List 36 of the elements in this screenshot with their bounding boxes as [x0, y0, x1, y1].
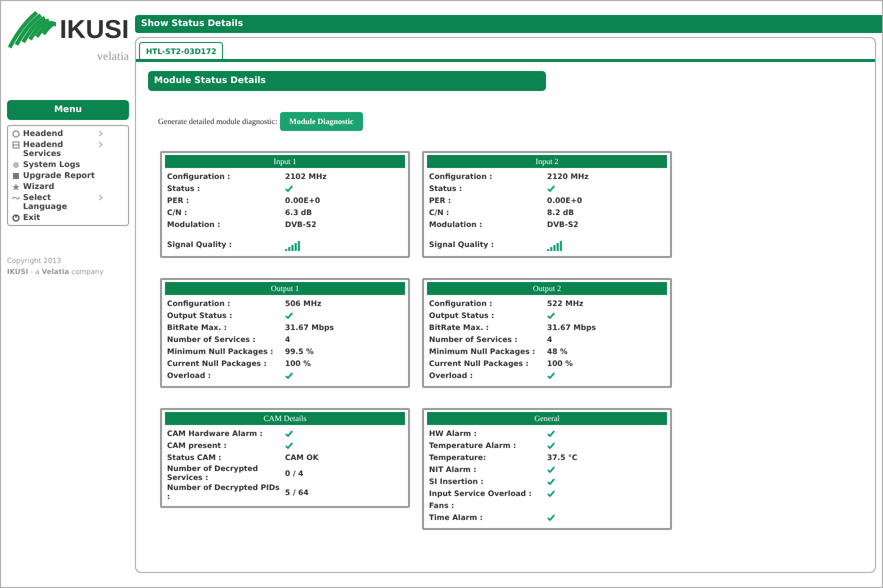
- brand-name: IKUSI: [60, 14, 129, 46]
- menu-item[interactable]: Select Language: [12, 192, 124, 211]
- dot-icon: [12, 160, 20, 169]
- check-icon: [547, 372, 555, 379]
- check-icon: [285, 312, 293, 319]
- card-title: General: [427, 412, 667, 425]
- menu-item[interactable]: Headend Services: [12, 140, 124, 158]
- star-icon: [12, 182, 20, 191]
- diagnostic-label: Generate detailed module diagnostic:: [158, 117, 278, 126]
- menu-item[interactable]: System Logs: [12, 160, 124, 169]
- circle-icon: [12, 130, 20, 138]
- menu-header: Menu: [7, 100, 129, 120]
- section-header: Module Status Details: [148, 71, 546, 91]
- card-title: CAM Details: [165, 412, 405, 425]
- card-title: Input 1: [165, 155, 405, 168]
- grid-icon: [12, 140, 20, 149]
- check-icon: [547, 312, 555, 319]
- check-icon: [285, 372, 293, 379]
- menu-item[interactable]: Exit: [12, 212, 124, 222]
- brand-subtitle: velatia: [97, 48, 129, 64]
- page-header: Show Status Details: [135, 15, 882, 33]
- card-title: Output 1: [165, 282, 405, 295]
- card-title: Output 2: [427, 282, 667, 295]
- wave-icon: [12, 194, 20, 202]
- menu-item[interactable]: Upgrade Report: [12, 170, 124, 180]
- check-icon: [547, 514, 555, 521]
- check-icon: [285, 185, 293, 192]
- signal-bars-icon: [285, 240, 301, 251]
- power-icon: [12, 214, 20, 222]
- card-title: Input 2: [427, 155, 667, 168]
- signal-bars-icon: [547, 240, 563, 251]
- list-icon: [12, 172, 20, 180]
- check-icon: [547, 185, 555, 192]
- menu-item[interactable]: Wizard: [12, 182, 124, 191]
- menu-item[interactable]: Headend: [12, 128, 124, 138]
- chevron-right-icon: [98, 194, 103, 201]
